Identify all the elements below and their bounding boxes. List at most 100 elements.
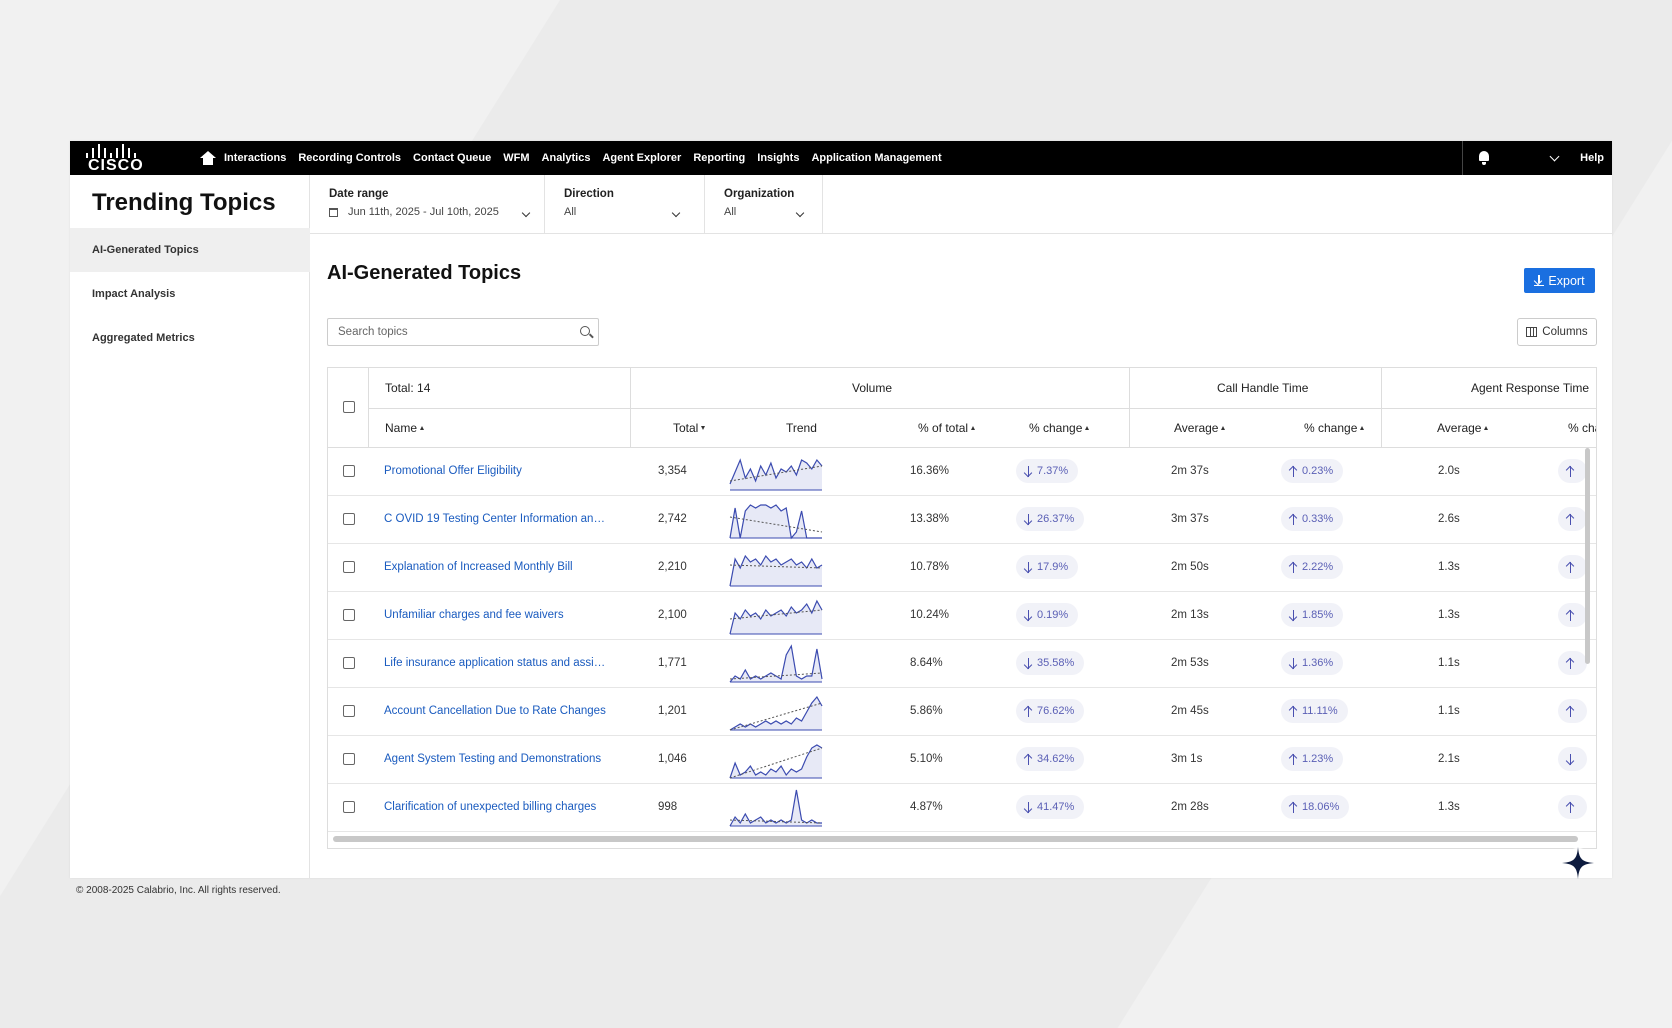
col-cht-change[interactable]: % change	[1304, 421, 1365, 435]
row-checkbox[interactable]	[343, 465, 355, 477]
col-pct-total[interactable]: % of total	[918, 421, 976, 435]
table-row[interactable]: Agent System Testing and Demonstrations …	[328, 736, 1596, 784]
pct-of-total: 8.64%	[910, 657, 943, 669]
columns-label: Columns	[1542, 326, 1588, 338]
sparkle-assistant-icon[interactable]	[1560, 845, 1596, 881]
cht-average: 3m 37s	[1171, 513, 1209, 525]
table-row[interactable]: Promotional Offer Eligibility 3,354 16.3…	[328, 448, 1596, 496]
horizontal-scrollbar[interactable]	[333, 836, 1578, 842]
calendar-icon	[329, 207, 338, 217]
row-checkbox[interactable]	[343, 657, 355, 669]
row-checkbox[interactable]	[343, 705, 355, 717]
row-checkbox[interactable]	[343, 609, 355, 621]
nav-link-agent-explorer[interactable]: Agent Explorer	[602, 152, 681, 164]
columns-button[interactable]: Columns	[1517, 318, 1597, 346]
organization-label: Organization	[724, 188, 795, 200]
vertical-scrollbar[interactable]	[1585, 448, 1590, 664]
topics-table: Total: 14 Volume Call Handle Time Agent …	[327, 367, 1597, 849]
cht-average: 2m 53s	[1171, 657, 1209, 669]
organization-filter[interactable]: Organization All	[705, 175, 823, 234]
col-cht-average[interactable]: Average	[1174, 421, 1226, 435]
search-placeholder: Search topics	[338, 326, 408, 338]
col-pct-change[interactable]: % change	[1029, 421, 1090, 435]
select-all-checkbox[interactable]	[343, 401, 355, 413]
art-average: 1.1s	[1438, 657, 1460, 669]
table-row[interactable]: Explanation of Increased Monthly Bill 2,…	[328, 544, 1596, 592]
topic-name-link[interactable]: C OVID 19 Testing Center Information and…	[384, 513, 610, 525]
art-average: 1.1s	[1438, 705, 1460, 717]
arrow-down-icon	[1289, 609, 1298, 621]
table-row[interactable]: Clarification of unexpected billing char…	[328, 784, 1596, 832]
sidebar-item-impact-analysis[interactable]: Impact Analysis	[70, 272, 310, 316]
search-icon[interactable]	[580, 326, 590, 336]
volume-change-badge: 34.62%	[1016, 747, 1085, 771]
table-row[interactable]: C OVID 19 Testing Center Information and…	[328, 496, 1596, 544]
table-row[interactable]: Life insurance application status and as…	[328, 640, 1596, 688]
arrow-up-icon	[1566, 561, 1575, 573]
nav-link-application-management[interactable]: Application Management	[811, 152, 941, 164]
group-agent-response-time: Agent Response Time	[1471, 381, 1590, 395]
nav-link-analytics[interactable]: Analytics	[542, 152, 591, 164]
art-average: 1.3s	[1438, 801, 1460, 813]
col-art-average[interactable]: Average	[1437, 421, 1489, 435]
nav-link-insights[interactable]: Insights	[757, 152, 799, 164]
art-average: 2.1s	[1438, 753, 1460, 765]
cht-change-badge: 0.33%	[1281, 507, 1344, 531]
sidebar-item-ai-generated-topics[interactable]: AI-Generated Topics	[70, 228, 310, 272]
arrow-up-icon	[1566, 465, 1575, 477]
topic-name-link[interactable]: Explanation of Increased Monthly Bill	[384, 561, 610, 573]
cisco-logo[interactable]: CISCO	[84, 141, 174, 175]
cht-average: 2m 45s	[1171, 705, 1209, 717]
date-range-label: Date range	[329, 188, 389, 200]
volume-change-badge: 17.9%	[1016, 555, 1079, 579]
arrow-down-icon	[1024, 801, 1033, 813]
cht-change-badge: 1.36%	[1281, 651, 1344, 675]
help-link[interactable]: Help	[1580, 152, 1604, 164]
arrow-down-icon	[1024, 513, 1033, 525]
arrow-up-icon	[1289, 465, 1298, 477]
trend-sparkline	[729, 695, 823, 731]
col-art-change[interactable]: % cha	[1568, 421, 1596, 435]
direction-filter[interactable]: Direction All	[545, 175, 705, 234]
chevron-down-icon[interactable]	[1549, 151, 1560, 161]
arrow-up-icon	[1289, 753, 1298, 765]
row-checkbox[interactable]	[343, 753, 355, 765]
art-change-badge	[1558, 459, 1587, 483]
arrow-down-icon	[1024, 561, 1033, 573]
export-button[interactable]: Export	[1524, 268, 1595, 293]
search-input[interactable]: Search topics	[327, 318, 599, 346]
nav-link-recording-controls[interactable]: Recording Controls	[298, 152, 401, 164]
export-label: Export	[1548, 273, 1585, 288]
col-total[interactable]: Total	[673, 421, 706, 435]
nav-link-wfm[interactable]: WFM	[503, 152, 529, 164]
topic-name-link[interactable]: Life insurance application status and as…	[384, 657, 610, 669]
home-icon[interactable]	[200, 151, 216, 165]
topic-name-link[interactable]: Promotional Offer Eligibility	[384, 465, 610, 477]
copyright-footer: © 2008-2025 Calabrio, Inc. All rights re…	[76, 885, 281, 896]
nav-link-reporting[interactable]: Reporting	[693, 152, 745, 164]
topic-name-link[interactable]: Unfamiliar charges and fee waivers	[384, 609, 610, 621]
topic-name-link[interactable]: Clarification of unexpected billing char…	[384, 801, 610, 813]
cht-change-badge: 2.22%	[1281, 555, 1344, 579]
nav-link-contact-queue[interactable]: Contact Queue	[413, 152, 491, 164]
table-row[interactable]: Unfamiliar charges and fee waivers 2,100…	[328, 592, 1596, 640]
date-range-filter[interactable]: Date range Jun 11th, 2025 - Jul 10th, 20…	[310, 175, 545, 234]
trend-sparkline	[729, 599, 823, 635]
nav-link-interactions[interactable]: Interactions	[224, 152, 286, 164]
row-checkbox[interactable]	[343, 561, 355, 573]
cht-average: 2m 37s	[1171, 465, 1209, 477]
art-average: 2.0s	[1438, 465, 1460, 477]
sidebar-item-aggregated-metrics[interactable]: Aggregated Metrics	[70, 316, 310, 360]
table-row[interactable]: Account Cancellation Due to Rate Changes…	[328, 688, 1596, 736]
topic-name-link[interactable]: Account Cancellation Due to Rate Changes	[384, 705, 610, 717]
cisco-logo-bars-icon	[86, 144, 136, 158]
bell-icon[interactable]	[1477, 151, 1491, 165]
col-name[interactable]: Name	[385, 421, 425, 435]
volume-change-badge: 26.37%	[1016, 507, 1085, 531]
topic-name-link[interactable]: Agent System Testing and Demonstrations	[384, 753, 610, 765]
row-checkbox[interactable]	[343, 513, 355, 525]
cht-change-badge: 0.23%	[1281, 459, 1344, 483]
arrow-down-icon	[1566, 753, 1575, 765]
row-checkbox[interactable]	[343, 801, 355, 813]
volume-total: 1,046	[658, 753, 687, 765]
